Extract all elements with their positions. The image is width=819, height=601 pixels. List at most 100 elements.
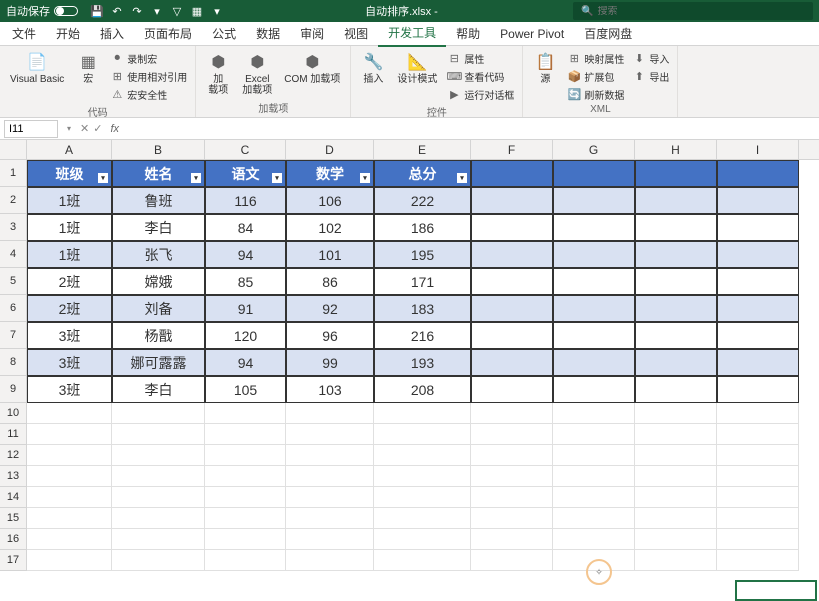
cell-C13[interactable] bbox=[205, 466, 286, 487]
qat-dropdown-icon[interactable]: ▾ bbox=[150, 4, 164, 18]
cell-C2[interactable]: 116 bbox=[205, 187, 286, 214]
cell-D13[interactable] bbox=[286, 466, 374, 487]
search-box[interactable]: 🔍 bbox=[573, 2, 813, 20]
cell-E5[interactable]: 171 bbox=[374, 268, 471, 295]
relative-ref-button[interactable]: ⊞使用相对引用 bbox=[108, 68, 189, 85]
run-dialog-button[interactable]: ▶运行对话框 bbox=[445, 86, 516, 103]
cell-D2[interactable]: 106 bbox=[286, 187, 374, 214]
row-header[interactable]: 4 bbox=[0, 241, 27, 268]
cell-E15[interactable] bbox=[374, 508, 471, 529]
cell-I17[interactable] bbox=[717, 550, 799, 571]
cell-H9[interactable] bbox=[635, 376, 717, 403]
search-input[interactable] bbox=[597, 6, 805, 17]
cell-B9[interactable]: 李白 bbox=[112, 376, 205, 403]
cell-C16[interactable] bbox=[205, 529, 286, 550]
cell-D15[interactable] bbox=[286, 508, 374, 529]
cell-G2[interactable] bbox=[553, 187, 635, 214]
formula-input[interactable] bbox=[123, 120, 819, 138]
cell-H6[interactable] bbox=[635, 295, 717, 322]
cell-G10[interactable] bbox=[553, 403, 635, 424]
autosave-toggle[interactable]: 自动保存 bbox=[0, 3, 84, 19]
cell-D4[interactable]: 101 bbox=[286, 241, 374, 268]
cell-E13[interactable] bbox=[374, 466, 471, 487]
cell-G4[interactable] bbox=[553, 241, 635, 268]
tab-开发工具[interactable]: 开发工具 bbox=[378, 20, 446, 47]
cell-A17[interactable] bbox=[27, 550, 112, 571]
cell-A10[interactable] bbox=[27, 403, 112, 424]
cell-F15[interactable] bbox=[471, 508, 553, 529]
row-header[interactable]: 11 bbox=[0, 424, 27, 445]
cell-H14[interactable] bbox=[635, 487, 717, 508]
cell-I13[interactable] bbox=[717, 466, 799, 487]
cell-H8[interactable] bbox=[635, 349, 717, 376]
column-header-I[interactable]: I bbox=[717, 140, 799, 159]
cell-F5[interactable] bbox=[471, 268, 553, 295]
record-macro-button[interactable]: ⏺录制宏 bbox=[108, 50, 189, 67]
cell-G11[interactable] bbox=[553, 424, 635, 445]
tab-百度网盘[interactable]: 百度网盘 bbox=[574, 21, 642, 46]
cancel-icon[interactable]: ✕ bbox=[80, 122, 89, 135]
macros-button[interactable]: ▦ 宏 bbox=[72, 50, 104, 87]
row-header[interactable]: 5 bbox=[0, 268, 27, 295]
tab-帮助[interactable]: 帮助 bbox=[446, 21, 490, 46]
row-header[interactable]: 1 bbox=[0, 160, 27, 187]
cell-I11[interactable] bbox=[717, 424, 799, 445]
cell-D17[interactable] bbox=[286, 550, 374, 571]
row-header[interactable]: 7 bbox=[0, 322, 27, 349]
refresh-button[interactable]: 🔄刷新数据 bbox=[565, 86, 626, 103]
filter-icon[interactable]: ▽ bbox=[170, 4, 184, 18]
cell-A8[interactable]: 3班 bbox=[27, 349, 112, 376]
cell-E9[interactable]: 208 bbox=[374, 376, 471, 403]
cell-A7[interactable]: 3班 bbox=[27, 322, 112, 349]
cell-H15[interactable] bbox=[635, 508, 717, 529]
filter-dropdown-icon[interactable] bbox=[457, 173, 467, 183]
name-box-input[interactable] bbox=[9, 123, 53, 135]
cell-C3[interactable]: 84 bbox=[205, 214, 286, 241]
cell-A14[interactable] bbox=[27, 487, 112, 508]
cell-B6[interactable]: 刘备 bbox=[112, 295, 205, 322]
cell-I7[interactable] bbox=[717, 322, 799, 349]
cell-E6[interactable]: 183 bbox=[374, 295, 471, 322]
row-header[interactable]: 9 bbox=[0, 376, 27, 403]
column-header-C[interactable]: C bbox=[205, 140, 286, 159]
tab-审阅[interactable]: 审阅 bbox=[290, 21, 334, 46]
cell-A1[interactable]: 班级 bbox=[27, 160, 112, 187]
cell-A16[interactable] bbox=[27, 529, 112, 550]
cell-H12[interactable] bbox=[635, 445, 717, 466]
fx-icon[interactable]: fx bbox=[106, 123, 123, 135]
cell-D1[interactable]: 数学 bbox=[286, 160, 374, 187]
filter-dropdown-icon[interactable] bbox=[360, 173, 370, 183]
cell-H16[interactable] bbox=[635, 529, 717, 550]
cell-F12[interactable] bbox=[471, 445, 553, 466]
cell-C9[interactable]: 105 bbox=[205, 376, 286, 403]
cell-I8[interactable] bbox=[717, 349, 799, 376]
view-code-button[interactable]: ⌨查看代码 bbox=[445, 68, 516, 85]
cell-G14[interactable] bbox=[553, 487, 635, 508]
cell-G9[interactable] bbox=[553, 376, 635, 403]
cell-A2[interactable]: 1班 bbox=[27, 187, 112, 214]
cell-B12[interactable] bbox=[112, 445, 205, 466]
cell-E11[interactable] bbox=[374, 424, 471, 445]
cell-A12[interactable] bbox=[27, 445, 112, 466]
tab-公式[interactable]: 公式 bbox=[202, 21, 246, 46]
row-header[interactable]: 8 bbox=[0, 349, 27, 376]
cell-G8[interactable] bbox=[553, 349, 635, 376]
source-button[interactable]: 📋 源 bbox=[529, 50, 561, 87]
cell-C14[interactable] bbox=[205, 487, 286, 508]
cell-D8[interactable]: 99 bbox=[286, 349, 374, 376]
cell-F2[interactable] bbox=[471, 187, 553, 214]
properties-button[interactable]: ⊟属性 bbox=[445, 50, 516, 67]
cell-G6[interactable] bbox=[553, 295, 635, 322]
cell-D10[interactable] bbox=[286, 403, 374, 424]
confirm-icon[interactable]: ✓ bbox=[93, 122, 102, 135]
row-header[interactable]: 2 bbox=[0, 187, 27, 214]
filter-dropdown-icon[interactable] bbox=[98, 173, 108, 183]
tab-文件[interactable]: 文件 bbox=[2, 21, 46, 46]
tab-Power Pivot[interactable]: Power Pivot bbox=[490, 23, 574, 45]
cell-B1[interactable]: 姓名 bbox=[112, 160, 205, 187]
cell-G5[interactable] bbox=[553, 268, 635, 295]
cell-D6[interactable]: 92 bbox=[286, 295, 374, 322]
cell-H3[interactable] bbox=[635, 214, 717, 241]
cell-B16[interactable] bbox=[112, 529, 205, 550]
com-addins-button[interactable]: ⬢ COM 加载项 bbox=[280, 50, 344, 87]
